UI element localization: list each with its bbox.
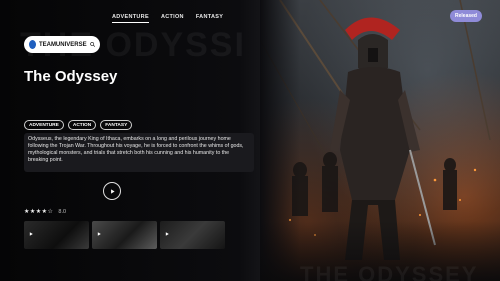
thumbnail-scene-1[interactable] — [24, 221, 89, 249]
nav-item-fantasy[interactable]: FANTASY — [196, 14, 223, 23]
scene-thumbnails — [24, 221, 225, 249]
nav-item-action[interactable]: ACTION — [161, 14, 184, 23]
rating-stars: ★★★★☆ — [24, 209, 54, 215]
thumbnail-scene-2[interactable] — [92, 221, 157, 249]
play-icon — [29, 232, 33, 236]
app-root: THE ODYSSI THE ODYSSEY Released ADVENTUR… — [0, 0, 500, 281]
play-button[interactable] — [103, 182, 121, 200]
brand-search-pill[interactable]: TEAMUNIVERSE — [24, 36, 100, 53]
top-nav: ADVENTURE ACTION FANTASY — [112, 14, 223, 23]
play-icon — [110, 188, 115, 194]
movie-title: The Odyssey — [24, 68, 118, 85]
genre-chip[interactable]: ACTION — [67, 120, 97, 130]
thumbnail-scene-3[interactable] — [160, 221, 225, 249]
genre-chips: ADVENTURE ACTION FANTASY — [24, 120, 133, 130]
movie-description: Odysseus, the legendary King of Ithaca, … — [24, 133, 254, 172]
user-circle-icon — [29, 40, 36, 49]
background-title-bottom: THE ODYSSEY — [300, 262, 479, 281]
rating: ★★★★☆ 8.0 — [24, 208, 67, 216]
play-icon — [97, 232, 101, 236]
status-badge: Released — [450, 10, 482, 22]
rating-score: 8.0 — [58, 208, 67, 215]
genre-chip[interactable]: ADVENTURE — [24, 120, 64, 130]
search-icon[interactable] — [89, 41, 95, 48]
play-icon — [165, 232, 169, 236]
brand-name: TEAMUNIVERSE — [38, 41, 87, 48]
genre-chip[interactable]: FANTASY — [100, 120, 133, 130]
hero-image — [260, 0, 500, 281]
nav-item-adventure[interactable]: ADVENTURE — [112, 14, 149, 23]
